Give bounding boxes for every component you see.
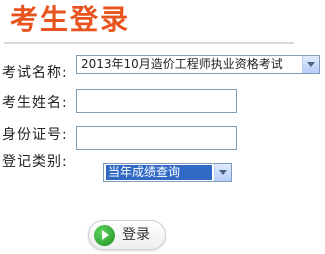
category-selected-value: 当年成绩查询	[106, 165, 212, 180]
id-number-input[interactable]	[76, 126, 237, 150]
exam-name-label: 考试名称:	[2, 65, 68, 81]
id-number-label: 身份证号:	[2, 127, 68, 143]
chevron-down-icon[interactable]	[214, 164, 231, 181]
login-button[interactable]: 登录	[88, 220, 166, 250]
arrow-right-circle-icon	[94, 225, 115, 246]
chevron-down-icon[interactable]	[302, 56, 319, 73]
login-button-label: 登录	[122, 227, 150, 243]
exam-name-selected-value: 2013年10月造价工程师执业资格考试	[81, 57, 283, 71]
exam-name-select[interactable]: 2013年10月造价工程师执业资格考试	[76, 55, 320, 74]
category-select[interactable]: 当年成绩查询	[103, 163, 232, 182]
page-title: 考生登录	[10, 3, 131, 36]
name-label: 考生姓名:	[2, 95, 68, 111]
category-label: 登记类别:	[2, 154, 68, 170]
title-divider	[4, 42, 294, 44]
name-input[interactable]	[76, 89, 237, 113]
